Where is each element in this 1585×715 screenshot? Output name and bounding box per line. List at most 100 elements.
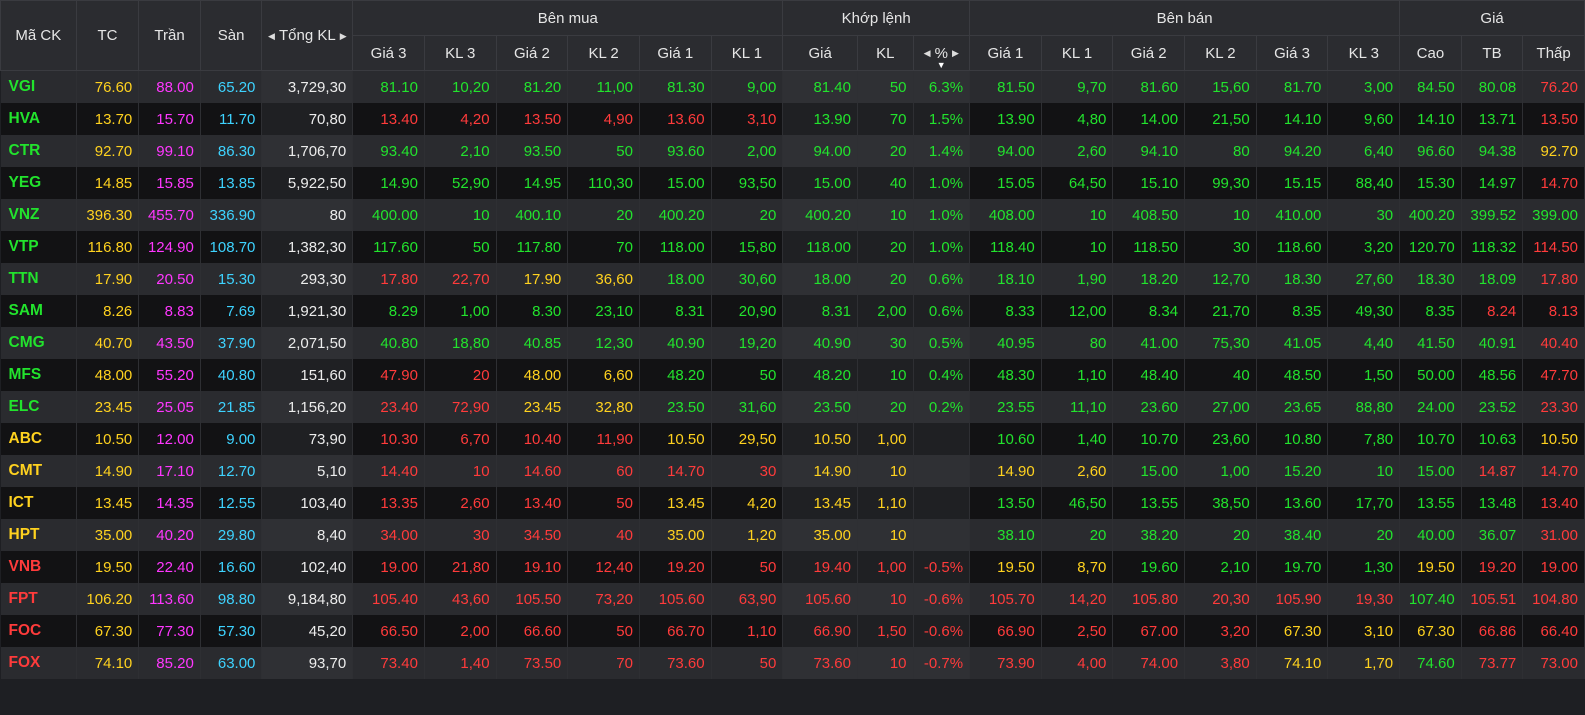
table-row[interactable]: ELC 23.45 25.05 21.85 1,156,20 23.40 72,90 23.4… — [0, 391, 1585, 423]
header-high[interactable]: Cao — [1399, 35, 1462, 71]
cell-symbol[interactable]: FOX — [0, 647, 77, 679]
caret-right-icon[interactable]: ▶ — [952, 48, 959, 58]
header-ask-vol-1[interactable]: KL 1 — [1040, 35, 1114, 71]
cell-ref: 14.90 — [76, 455, 140, 487]
cell-symbol[interactable]: FPT — [0, 583, 77, 615]
cell-bid-price-1: 118.00 — [639, 231, 712, 263]
cell-total-vol: 293,30 — [261, 263, 354, 295]
cell-symbol[interactable]: CTR — [0, 135, 77, 167]
cell-symbol[interactable]: FOC — [0, 615, 77, 647]
cell-bid-vol-2: 50 — [567, 615, 640, 647]
table-row[interactable]: CTR 92.70 99.10 86.30 1,706,70 93.40 2,10 93.50… — [0, 135, 1585, 167]
table-row[interactable]: HVA 13.70 15.70 11.70 70,80 13.40 4,20 13.50 4,9… — [0, 103, 1585, 135]
cell-symbol[interactable]: CMT — [0, 455, 77, 487]
header-ask-price-2[interactable]: Giá 2 — [1112, 35, 1186, 71]
caret-left-icon[interactable]: ◀ — [924, 48, 931, 58]
table-row[interactable]: CMG 40.70 43.50 37.90 2,071,50 40.80 18,80 40.8… — [0, 327, 1585, 359]
table-row[interactable]: MFS 48.00 55.20 40.80 151,60 47.90 20 48.00 6,60… — [0, 359, 1585, 391]
cell-symbol[interactable]: YEG — [0, 167, 77, 199]
table-row[interactable]: HPT 35.00 40.20 29.80 8,40 34.00 30 34.50 40 35.0… — [0, 519, 1585, 551]
cell-symbol[interactable]: ICT — [0, 487, 77, 519]
header-ask-group: Bên bán — [969, 0, 1401, 36]
cell-high: 84.50 — [1399, 70, 1462, 103]
header-match-pct[interactable]: ◀% ▶ ▼ — [912, 35, 971, 71]
cell-ref: 14.85 — [76, 167, 140, 199]
cell-ref: 67.30 — [76, 615, 140, 647]
header-match-vol[interactable]: KL — [856, 35, 914, 71]
header-bid-vol-2[interactable]: KL 2 — [567, 35, 640, 71]
header-bid-vol-3[interactable]: KL 3 — [423, 35, 497, 71]
table-row[interactable]: CMT 14.90 17.10 12.70 5,10 14.40 10 14.60 60 14.7… — [0, 455, 1585, 487]
table-row[interactable]: FOC 67.30 77.30 57.30 45,20 66.50 2,00 66.60 50 6… — [0, 615, 1585, 647]
cell-ask-vol-1: 10 — [1041, 231, 1114, 263]
cell-symbol[interactable]: SAM — [0, 295, 77, 327]
cell-avg: 94.38 — [1461, 135, 1524, 167]
header-bid-vol-1[interactable]: KL 1 — [710, 35, 784, 71]
header-low[interactable]: Thấp — [1522, 35, 1585, 71]
table-row[interactable]: ICT 13.45 14.35 12.55 103,40 13.35 2,60 13.40 50… — [0, 487, 1585, 519]
header-symbol[interactable]: Mã CK — [0, 0, 77, 71]
header-ask-vol-3[interactable]: KL 3 — [1327, 35, 1401, 71]
cell-symbol[interactable]: ELC — [0, 391, 77, 423]
table-row[interactable]: VGI 76.60 88.00 65.20 3,729,30 81.10 10,20 81.2… — [0, 70, 1585, 103]
cell-symbol[interactable]: TTN — [0, 263, 77, 295]
cell-symbol[interactable]: HPT — [0, 519, 77, 551]
cell-ask-vol-3: 27,60 — [1327, 263, 1401, 295]
header-ceil[interactable]: Trần — [138, 0, 201, 71]
cell-floor: 16.60 — [200, 551, 263, 583]
caret-left-icon[interactable]: ◀ — [268, 31, 275, 41]
cell-bid-price-3: 10.30 — [352, 423, 425, 455]
header-ask-price-1[interactable]: Giá 1 — [969, 35, 1042, 71]
table-row[interactable]: SAM 8.26 8.83 7.69 1,921,30 8.29 1,00 8.30 23,10… — [0, 295, 1585, 327]
cell-ref: 8.26 — [76, 295, 140, 327]
cell-symbol[interactable]: VNZ — [0, 199, 77, 231]
header-floor[interactable]: Sàn — [199, 0, 263, 71]
cell-symbol[interactable]: VGI — [0, 70, 77, 103]
cell-match-pct: 0.6% — [913, 263, 971, 295]
header-avg[interactable]: TB — [1460, 35, 1524, 71]
cell-ceil: 22.40 — [138, 551, 201, 583]
cell-bid-price-3: 73.40 — [352, 647, 425, 679]
table-row[interactable]: ABC 10.50 12.00 9.00 73,90 10.30 6,70 10.40 11,9… — [0, 423, 1585, 455]
cell-symbol[interactable]: HVA — [0, 103, 77, 135]
cell-ask-price-1: 23.55 — [969, 391, 1042, 423]
table-row[interactable]: VNB 19.50 22.40 16.60 102,40 19.00 21,80 19.10 1… — [0, 551, 1585, 583]
table-row[interactable]: VNZ 396.30 455.70 336.90 80 400.00 10 400.10 20 4… — [0, 199, 1585, 231]
caret-right-icon[interactable]: ▶ — [340, 31, 347, 41]
sort-desc-icon[interactable]: ▼ — [937, 60, 946, 70]
header-ask-vol-2[interactable]: KL 2 — [1184, 35, 1257, 71]
cell-high: 40.00 — [1399, 519, 1462, 551]
table-row[interactable]: YEG 14.85 15.85 13.85 5,922,50 14.90 52,90 14.9… — [0, 167, 1585, 199]
cell-total-vol: 5,10 — [261, 455, 354, 487]
header-ref[interactable]: TC — [75, 0, 140, 71]
header-match-group: Khớp lệnh — [782, 0, 971, 36]
header-total-vol[interactable]: ◀ Tổng KL ▶ — [261, 0, 354, 71]
header-bid-price-1[interactable]: Giá 1 — [638, 35, 712, 71]
header-bid-price-2[interactable]: Giá 2 — [495, 35, 569, 71]
cell-match-pct: -0.6% — [913, 615, 971, 647]
cell-match-vol: 20 — [857, 391, 914, 423]
header-ask-price-3[interactable]: Giá 3 — [1255, 35, 1329, 71]
cell-symbol[interactable]: ABC — [0, 423, 77, 455]
table-row[interactable]: FPT 106.20 113.60 98.80 9,184,80 105.40 43,60 1… — [0, 583, 1585, 615]
cell-low: 92.70 — [1522, 135, 1585, 167]
table-row[interactable]: FOX 74.10 85.20 63.00 93,70 73.40 1,40 73.50 70 7… — [0, 647, 1585, 679]
cell-symbol[interactable]: CMG — [0, 327, 77, 359]
header-match-price[interactable]: Giá — [782, 35, 858, 71]
cell-low: 8.13 — [1522, 295, 1585, 327]
table-row[interactable]: VTP 116.80 124.90 108.70 1,382,30 117.60 50 117… — [0, 231, 1585, 263]
cell-low: 23.30 — [1522, 391, 1585, 423]
cell-total-vol: 70,80 — [261, 103, 354, 135]
cell-ask-vol-2: 3,20 — [1184, 615, 1257, 647]
header-bid-price-3[interactable]: Giá 3 — [352, 35, 425, 71]
cell-ask-vol-1: 8,70 — [1041, 551, 1114, 583]
cell-symbol[interactable]: MFS — [0, 359, 77, 391]
cell-total-vol: 73,90 — [261, 423, 354, 455]
cell-symbol[interactable]: VNB — [0, 551, 77, 583]
cell-symbol[interactable]: VTP — [0, 231, 77, 263]
cell-bid-vol-1: 3,10 — [711, 103, 784, 135]
cell-ask-vol-1: 1,10 — [1041, 359, 1114, 391]
cell-ceil: 88.00 — [138, 70, 201, 103]
cell-total-vol: 102,40 — [261, 551, 354, 583]
table-row[interactable]: TTN 17.90 20.50 15.30 293,30 17.80 22,70 17.90 3… — [0, 263, 1585, 295]
